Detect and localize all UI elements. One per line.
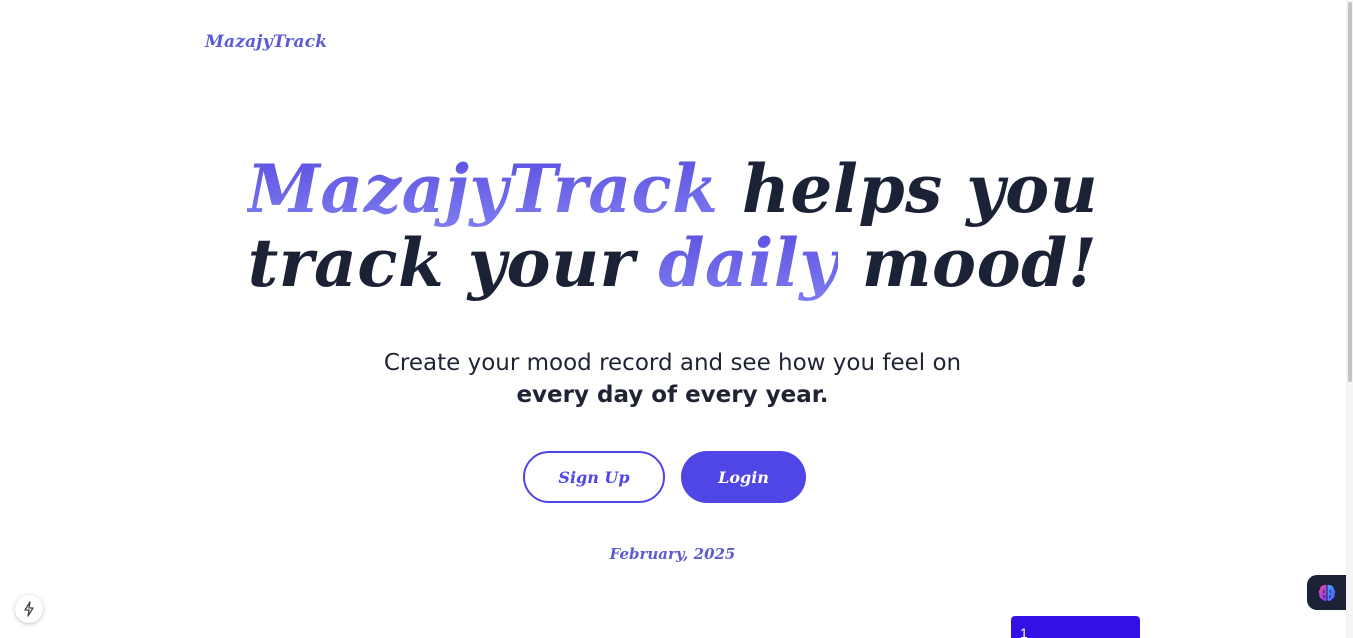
subtitle-line-1: Create your mood record and see how you … [383,350,962,376]
logo[interactable]: MazajyTrack [205,32,327,52]
hero-subtitle: Create your mood record and see how you … [0,347,1345,411]
scrollbar-thumb[interactable] [1348,2,1352,382]
calendar-day-card[interactable]: 1 [1011,616,1140,638]
subtitle-line-2: every day of every year. [516,382,829,408]
calendar-month-label: February, 2025 [609,545,736,563]
calendar-day-number: 1 [1020,625,1028,638]
hero-heading: MazajyTrack helps you track your daily m… [0,152,1345,300]
extension-widget-button[interactable] [1307,575,1347,610]
dev-tools-button[interactable] [15,595,43,623]
hero-text-1: helps you [741,150,1099,228]
hero-text-3: mood! [861,224,1098,302]
landing-page: MazajyTrack MazajyTrack helps you track … [0,0,1353,638]
page-scrollbar[interactable] [1346,0,1353,638]
lightning-bolt-icon [24,601,34,617]
hero-brand: MazajyTrack [246,150,719,228]
brain-icon [1318,584,1336,601]
hero-accent-daily: daily [658,224,839,302]
hero-text-2: track your [247,224,635,302]
signup-button[interactable]: Sign Up [523,451,665,503]
login-button[interactable]: Login [681,451,806,503]
